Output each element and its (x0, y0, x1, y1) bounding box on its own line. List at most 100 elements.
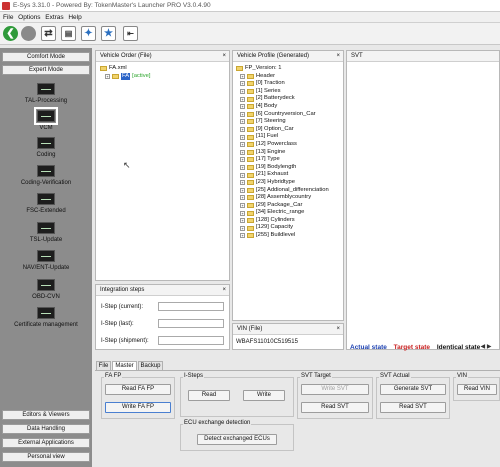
profile-tree-item[interactable]: + [2] Batterydeck (236, 95, 343, 103)
profile-tree-item[interactable]: + [129] Capacity (236, 224, 343, 232)
expand-icon[interactable]: + (240, 142, 245, 148)
sidebar-item-tsl-update[interactable]: TSL-Update (0, 222, 92, 243)
expand-icon[interactable]: + (240, 233, 245, 239)
menu-extras[interactable]: Extras (45, 14, 63, 21)
expand-icon[interactable]: + (240, 149, 245, 155)
expand-icon[interactable]: + (105, 73, 110, 79)
expand-icon[interactable]: + (240, 165, 245, 171)
close-icon[interactable]: × (336, 51, 340, 62)
profile-tree-item[interactable]: + [4] Body (236, 103, 343, 111)
close-icon[interactable]: × (336, 324, 340, 335)
window-title: E-Sys 3.31.0 - Powered By: TokenMaster's… (13, 2, 211, 9)
profile-tree-item[interactable]: + [6] Countryversion_Car (236, 111, 343, 119)
expand-icon[interactable]: + (240, 111, 245, 117)
external-applications-button[interactable]: External Applications (2, 438, 90, 448)
profile-tree-item[interactable]: + [0] Traction (236, 80, 343, 88)
istep-last-field[interactable] (158, 319, 224, 328)
write-svt-button[interactable]: Write SVT (301, 384, 369, 395)
network-icon[interactable]: ✦ (81, 26, 96, 41)
profile-tree-item[interactable]: + [9] Option_Car (236, 126, 343, 134)
menu-bar: File Options Extras Help (0, 12, 500, 23)
expand-icon[interactable]: + (240, 210, 245, 216)
sidebar-item-vcm[interactable]: VCM (0, 107, 92, 131)
document-icon[interactable]: ▤ (61, 26, 76, 41)
device-icon (34, 107, 58, 125)
generate-svt-button[interactable]: Generate SVT (380, 384, 446, 395)
menu-help[interactable]: Help (68, 14, 81, 21)
editors-viewers-button[interactable]: Editors & Viewers (2, 410, 90, 420)
expand-icon[interactable]: + (240, 202, 245, 208)
expand-icon[interactable]: + (240, 187, 245, 193)
expand-icon[interactable]: + (240, 73, 245, 79)
profile-tree-item[interactable]: + [25] Addional_differenciation (236, 187, 343, 195)
read-fa-fp-button[interactable]: Read FA FP (105, 384, 171, 395)
profile-tree-item[interactable]: + [7] Steering (236, 118, 343, 126)
profile-item-label: [25] Addional_differenciation (256, 186, 329, 193)
expand-icon[interactable]: + (240, 119, 245, 125)
sidebar-item-obd-cvn[interactable]: OBD-CVN (0, 279, 92, 300)
arrow-left-icon[interactable]: ❮ (3, 26, 18, 41)
expand-icon[interactable]: + (240, 127, 245, 133)
sidebar-item-coding[interactable]: Coding (0, 137, 92, 158)
profile-tree-item[interactable]: + [12] Powerclass (236, 141, 343, 149)
profile-tree-item[interactable]: + [255] Buildlevel (236, 232, 343, 240)
tree-item-fa-xml[interactable]: FA.xml (100, 65, 229, 73)
profile-tree-item[interactable]: + [21] Exhaust (236, 171, 343, 179)
read-vin-button[interactable]: Read VIN (457, 384, 497, 395)
menu-options[interactable]: Options (18, 14, 40, 21)
profile-tree-item[interactable]: + [13] Engine (236, 149, 343, 157)
write-fa-fp-button[interactable]: Write FA FP (105, 402, 171, 413)
legend-scroll-arrows[interactable]: ◀ ▶ (473, 343, 499, 352)
profile-tree-item[interactable]: + [23] Hybridtype (236, 179, 343, 187)
profile-tree-item[interactable]: + [19] Bodylength (236, 164, 343, 172)
sidebar-item-nav-ent-update[interactable]: NAV/ENT-Update (0, 250, 92, 271)
profile-tree-item[interactable]: + [17] Type (236, 156, 343, 164)
sidebar-item-certificate-management[interactable]: Certificate management (0, 307, 92, 328)
profile-tree-item[interactable]: + [29] Package_Car (236, 202, 343, 210)
expand-icon[interactable]: + (240, 134, 245, 140)
istep-current-field[interactable] (158, 302, 224, 311)
exit-icon[interactable]: ⇤ (123, 26, 138, 41)
expert-mode-button[interactable]: Expert Mode (2, 65, 90, 75)
profile-item-label: [2] Batterydeck (256, 95, 295, 102)
connect-icon[interactable]: ⇄ (41, 26, 56, 41)
expand-icon[interactable]: + (240, 218, 245, 224)
sidebar-item-coding-verification[interactable]: Coding-Verification (0, 165, 92, 186)
profile-tree-item[interactable]: + [1] Series (236, 88, 343, 96)
profile-tree-item[interactable]: + Header (236, 73, 343, 81)
sidebar-item-tal-processing[interactable]: TAL-Processing (0, 83, 92, 104)
personal-view-button[interactable]: Personal view (2, 452, 90, 462)
istep-read-button[interactable]: Read (188, 390, 230, 401)
expand-icon[interactable]: + (240, 104, 245, 110)
profile-tree-item[interactable]: + [28] Assemblycountry (236, 194, 343, 202)
detect-exchanged-ecus-button[interactable]: Detect exchanged ECUs (197, 434, 277, 445)
expand-icon[interactable]: + (240, 96, 245, 102)
sidebar-item-fsc-extended[interactable]: FSC-Extended (0, 193, 92, 214)
expand-icon[interactable]: + (240, 195, 245, 201)
tree-item-fa[interactable]: + FA [active] (100, 72, 229, 81)
profile-item-label: [129] Capacity (256, 224, 294, 231)
close-icon[interactable]: × (222, 51, 226, 62)
profile-tree-item[interactable]: + [128] Cylinders (236, 217, 343, 225)
expand-icon[interactable]: + (240, 172, 245, 178)
menu-file[interactable]: File (3, 14, 13, 21)
close-icon[interactable]: × (222, 285, 226, 296)
star-icon[interactable]: ★ (101, 26, 116, 41)
svt-actual-read-button[interactable]: Read SVT (380, 402, 446, 413)
tree-item-fp-version[interactable]: FP_Version: 1 (236, 65, 343, 73)
stop-icon[interactable] (21, 26, 36, 41)
expand-icon[interactable]: + (240, 180, 245, 186)
device-icon (37, 222, 55, 234)
istep-shipment-field[interactable] (158, 336, 224, 345)
expand-icon[interactable]: + (240, 89, 245, 95)
expand-icon[interactable]: + (240, 81, 245, 87)
profile-tree-item[interactable]: + [11] Fuel (236, 133, 343, 141)
svt-target-read-button[interactable]: Read SVT (301, 402, 369, 413)
expand-icon[interactable]: + (240, 225, 245, 231)
istep-write-button[interactable]: Write (243, 390, 285, 401)
folder-icon (247, 233, 254, 239)
expand-icon[interactable]: + (240, 157, 245, 163)
profile-tree-item[interactable]: + [34] Electric_range (236, 209, 343, 217)
data-handling-button[interactable]: Data Handling (2, 424, 90, 434)
comfort-mode-button[interactable]: Comfort Mode (2, 52, 90, 62)
